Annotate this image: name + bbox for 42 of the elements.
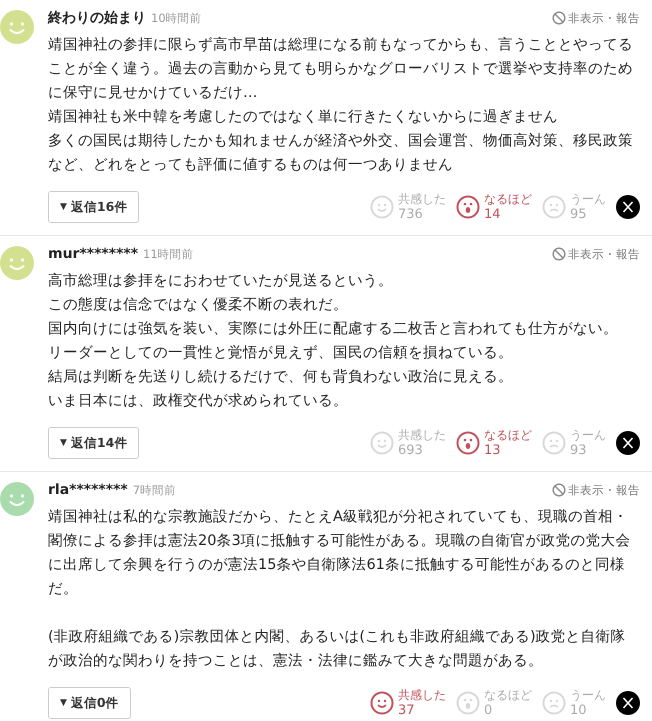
comment-text: (非政府組織である)宗教団体と内閣、あるいは(これも非政府組織である)政党と自衛隊が政治的な関わりを持つことは、憲法・法律に鑑みて大きな問題がある。	[48, 628, 627, 671]
comment-text: 靖国神社も米中韓を考慮したのではなく単に行きたくないからに過ぎません	[48, 108, 559, 127]
surprised-face-icon	[456, 431, 480, 455]
frown-face-icon	[542, 195, 566, 219]
post-time: 10時間前	[151, 10, 202, 26]
smile-face-icon	[370, 431, 394, 455]
frown-face-icon	[542, 691, 566, 715]
author-name[interactable]: rla********	[48, 482, 128, 498]
comment-text: 結局は判断を先送りし続けるだけで、何も背負わない政治に見える。	[48, 368, 514, 387]
replies-button[interactable]: ▼ 返信16件	[48, 191, 140, 223]
reaction-button[interactable]: なるほど 0	[456, 688, 532, 718]
author-name[interactable]: 終わりの始まり	[48, 9, 146, 27]
hide-icon[interactable]	[552, 247, 566, 261]
smile-face-icon	[370, 691, 394, 715]
comment-text: 靖国神社の参拝に限らず高市早苗は総理になる前もなってからも、言うこととやってることが全く違う。過去の言動から見ても明らかなグローバリストで選挙や支持率のために保守に見せかけているだけ…	[48, 36, 634, 103]
x-share-icon[interactable]	[616, 195, 640, 219]
comment-text: 高市総理は参拝をにおわせていたが見送るという。	[48, 272, 394, 291]
post-time: 7時間前	[132, 482, 176, 498]
comment-text: いま日本には、政権交代が求められている。	[48, 392, 349, 411]
x-share-icon[interactable]	[616, 431, 640, 455]
comment-text: リーダーとしての一貫性と覚悟が見えず、国民の信頼を損ねている。	[48, 344, 514, 363]
replies-button[interactable]: ▼ 返信0件	[48, 687, 131, 719]
hide-icon[interactable]	[552, 11, 566, 25]
comment-text: 国内向けには強気を装い、実際には外圧に配慮する二枚舌と言われても仕方がない。	[48, 320, 619, 339]
reaction-button[interactable]: 共感した 37	[370, 688, 446, 718]
frown-face-icon	[542, 431, 566, 455]
x-share-icon[interactable]	[616, 691, 640, 715]
hide-report-link[interactable]: 非表示・報告	[568, 246, 640, 262]
surprised-face-icon	[456, 691, 480, 715]
comment-text: 靖国神社は私的な宗教施設だから、たとえA級戦犯が分祀されていても、現職の首相・閣僚による参拝は憲法20条3項に抵触する可能性がある。現職の自衛官が政党の党大会に出席して余興を行うのが憲法15条や自衛隊法61条に抵触する可能性があるのと同様だ。	[48, 508, 632, 599]
replies-button[interactable]: ▼ 返信14件	[48, 427, 140, 459]
post-time: 11時間前	[143, 246, 194, 262]
comment-text: この態度は信念ではなく優柔不断の表れだ。	[48, 296, 349, 315]
surprised-face-icon	[456, 195, 480, 219]
reaction-button[interactable]: なるほど 14	[456, 192, 532, 222]
author-name[interactable]: mur********	[48, 246, 138, 262]
reaction-button[interactable]: なるほど 13	[456, 428, 532, 458]
comment-text: 多くの国民は期待したかも知れませんが経済や外交、国会運営、物価高対策、移民政策など、どれをとっても評価に値するものは何一つありません	[48, 132, 634, 175]
hide-icon[interactable]	[552, 483, 566, 497]
hide-report-link[interactable]: 非表示・報告	[568, 482, 640, 498]
smile-face-icon	[370, 195, 394, 219]
hide-report-link[interactable]: 非表示・報告	[568, 10, 640, 26]
